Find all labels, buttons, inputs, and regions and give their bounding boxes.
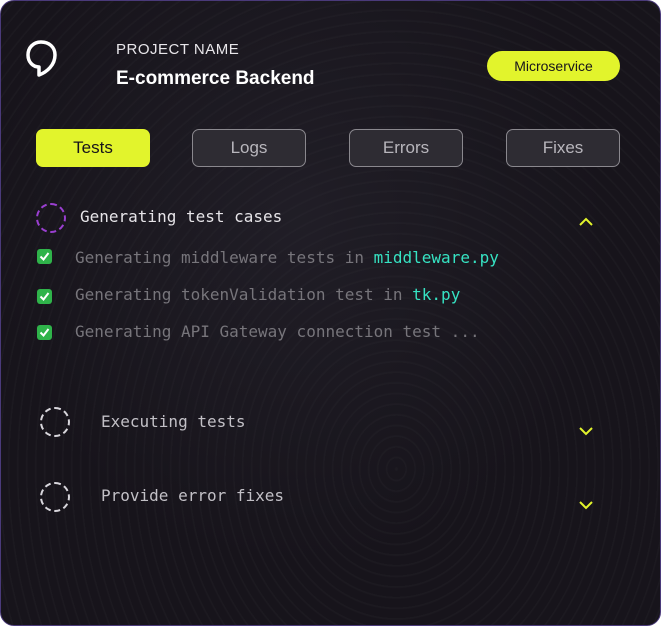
tab-logs[interactable]: Logs bbox=[192, 129, 306, 167]
project-type-badge: Microservice bbox=[487, 51, 620, 81]
pending-dashed-circle-icon bbox=[40, 407, 70, 437]
tab-fixes[interactable]: Fixes bbox=[506, 129, 620, 167]
list-item: Generating middleware tests in middlewar… bbox=[75, 248, 499, 267]
project-card: PROJECT NAME E-commerce Backend Microser… bbox=[0, 0, 661, 626]
project-name-label: PROJECT NAME bbox=[116, 41, 240, 58]
chevron-up-icon[interactable] bbox=[578, 214, 594, 226]
section-title-fixes: Provide error fixes bbox=[101, 486, 285, 505]
item-text: Generating API Gateway connection test .… bbox=[75, 322, 480, 341]
list-item: Generating API Gateway connection test .… bbox=[75, 322, 480, 341]
tab-errors[interactable]: Errors bbox=[349, 129, 463, 167]
pending-dashed-circle-icon bbox=[40, 482, 70, 512]
check-box-icon bbox=[37, 249, 52, 264]
check-box-icon bbox=[37, 325, 52, 340]
file-name: tk.py bbox=[412, 285, 461, 304]
list-item: Generating tokenValidation test in tk.py bbox=[75, 285, 460, 304]
tab-tests[interactable]: Tests bbox=[36, 129, 150, 167]
item-text: Generating middleware tests in bbox=[75, 248, 374, 267]
project-name: E-commerce Backend bbox=[116, 68, 315, 89]
check-box-icon bbox=[37, 289, 52, 304]
section-title-executing: Executing tests bbox=[101, 412, 246, 431]
file-name: middleware.py bbox=[373, 248, 499, 267]
chevron-down-icon[interactable] bbox=[578, 423, 594, 436]
chevron-down-icon[interactable] bbox=[578, 497, 594, 510]
speech-bubble-logo-icon bbox=[25, 39, 59, 79]
section-title-generating: Generating test cases bbox=[80, 207, 283, 226]
in-progress-dashed-circle-icon bbox=[36, 203, 66, 233]
item-text: Generating tokenValidation test in bbox=[75, 285, 413, 304]
